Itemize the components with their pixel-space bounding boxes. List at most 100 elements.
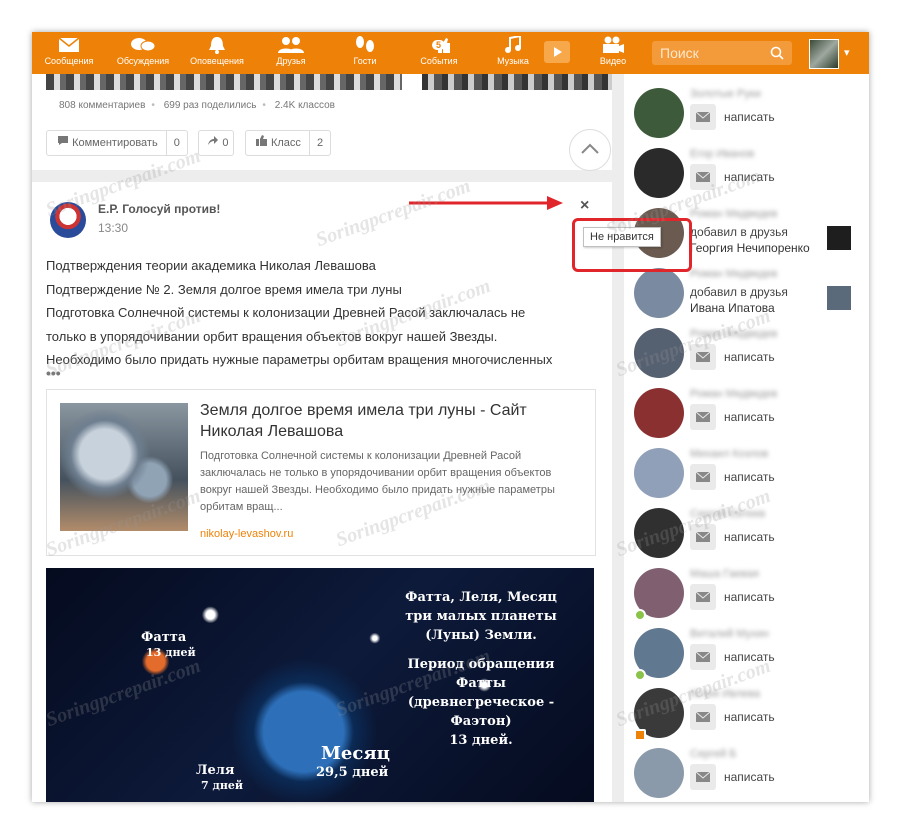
write-link[interactable]: написать [724, 170, 775, 184]
write-link[interactable]: написать [724, 470, 775, 484]
write-link[interactable]: написать [724, 590, 775, 604]
search-input[interactable] [652, 41, 768, 65]
friend-item[interactable]: Юлия Ивлева написать [624, 680, 869, 741]
friend-thumbnail[interactable] [827, 286, 851, 310]
friend-avatar[interactable] [634, 388, 684, 438]
friend-avatar[interactable] [634, 328, 684, 378]
friend-name[interactable]: Сергей Б [690, 748, 737, 760]
friend-activity-target[interactable]: Ивана Ипатова [690, 300, 775, 316]
message-button[interactable] [690, 464, 716, 490]
friend-name[interactable]: Виталий Мухин [690, 628, 769, 640]
nav-video[interactable]: Видео [578, 36, 648, 66]
friend-item[interactable]: Егор Иванов написать [624, 140, 869, 200]
friend-name[interactable]: Роман Медведев [690, 268, 777, 280]
comment-button[interactable]: Комментировать 0 [46, 130, 188, 156]
nav-events[interactable]: 5 События [404, 36, 474, 66]
friend-name[interactable]: Роман Медведев [690, 388, 777, 400]
message-button[interactable] [690, 104, 716, 130]
like-label: Класс [270, 137, 301, 149]
nav-guests[interactable]: Гости [330, 36, 400, 66]
friend-item[interactable]: Роман Медведев написать [624, 380, 869, 440]
search-box[interactable] [652, 41, 792, 65]
share-icon [208, 136, 219, 145]
friend-avatar[interactable] [634, 148, 684, 198]
message-button[interactable] [690, 584, 716, 610]
write-link[interactable]: написать [724, 110, 775, 124]
envelope-icon [696, 532, 710, 542]
post-actions: Комментировать 0 0 Класс 2 [46, 130, 337, 156]
nav-friends[interactable]: Друзья [256, 36, 326, 66]
friend-name[interactable]: Роман Медведев [690, 208, 777, 220]
friend-item[interactable]: Маша Гаевая написать [624, 560, 869, 621]
post-photo[interactable] [422, 74, 612, 90]
friend-name[interactable]: Золотые Руки [690, 88, 761, 100]
write-link[interactable]: написать [724, 410, 775, 424]
post-photos[interactable] [46, 74, 612, 90]
caret-down-icon[interactable]: ▾ [844, 46, 850, 59]
share-button[interactable]: 0 [198, 130, 235, 156]
friend-name[interactable]: Егор Иванов [690, 148, 754, 160]
friend-item[interactable]: Роман Медведев написать [624, 320, 869, 380]
envelope-icon [696, 112, 710, 122]
link-thumbnail[interactable] [60, 403, 188, 531]
friend-name[interactable]: Роман Медведев [690, 328, 777, 340]
post-text[interactable]: Подтверждения теории академика Николая Л… [46, 254, 606, 372]
nav-music[interactable]: Музыка [478, 36, 548, 66]
friend-name[interactable]: Сергей Евтеев [690, 508, 765, 520]
write-link[interactable]: написать [724, 710, 775, 724]
friend-name[interactable]: Михаил Козлов [690, 448, 768, 460]
message-button[interactable] [690, 164, 716, 190]
friend-avatar[interactable] [634, 448, 684, 498]
write-link[interactable]: написать [724, 770, 775, 784]
friend-thumbnail[interactable] [827, 226, 851, 250]
friend-item[interactable]: Золотые Руки написать [624, 80, 869, 140]
message-button[interactable] [690, 764, 716, 790]
group-avatar[interactable] [50, 202, 86, 238]
friend-item[interactable]: Виталий Мухин написать [624, 620, 869, 681]
video-play-icon[interactable] [544, 41, 570, 63]
write-link[interactable]: написать [724, 350, 775, 364]
nav-messages[interactable]: Сообщения [34, 36, 104, 66]
message-button[interactable] [690, 344, 716, 370]
nav-label: Гости [353, 56, 377, 66]
write-link[interactable]: написать [724, 650, 775, 664]
fatta-days: 13 дней [146, 646, 196, 659]
nav-label: Друзья [276, 56, 306, 66]
post-image[interactable]: Фатта, Леля, Месяц три малых планеты (Лу… [46, 568, 594, 802]
thumbs-up-icon [255, 135, 267, 146]
nav-discussions[interactable]: Обсуждения [108, 36, 178, 66]
friend-avatar[interactable] [634, 268, 684, 318]
scroll-up-button[interactable] [569, 129, 611, 171]
message-button[interactable] [690, 524, 716, 550]
friend-name[interactable]: Маша Гаевая [690, 568, 759, 580]
friend-activity-target[interactable]: Георгия Нечипоренко [690, 240, 810, 256]
shares-count[interactable]: 699 раз поделились [164, 100, 257, 111]
friend-avatar[interactable] [634, 88, 684, 138]
people-icon [278, 37, 304, 53]
link-url[interactable]: nikolay-levashov.ru [200, 528, 293, 540]
like-button[interactable]: Класс 2 [244, 130, 332, 156]
link-preview[interactable]: Земля долгое время имела три луны - Сайт… [46, 389, 596, 556]
more-ellipsis[interactable]: ••• [46, 365, 61, 381]
friend-item[interactable]: Сергей Евтеев написать [624, 500, 869, 560]
friend-avatar[interactable] [634, 508, 684, 558]
likes-count[interactable]: 2.4K классов [275, 100, 335, 111]
dislike-tooltip: Не нравится [583, 227, 661, 247]
search-icon[interactable] [770, 46, 784, 60]
link-title[interactable]: Земля долгое время имела три луны - Сайт… [200, 400, 580, 442]
nav-notifications[interactable]: Оповещения [182, 36, 252, 66]
friend-avatar[interactable] [634, 748, 684, 798]
message-button[interactable] [690, 644, 716, 670]
post-photo[interactable] [46, 74, 402, 90]
hide-post-close-icon[interactable]: × [580, 197, 589, 215]
friend-item[interactable]: Сергей Б написать [624, 740, 869, 800]
write-link[interactable]: написать [724, 530, 775, 544]
comments-count[interactable]: 808 комментариев [59, 100, 145, 111]
message-button[interactable] [690, 704, 716, 730]
group-name[interactable]: Е.Р. Голосуй против! [98, 202, 220, 216]
friend-item[interactable]: Михаил Козлов написать [624, 440, 869, 500]
friend-name[interactable]: Юлия Ивлева [690, 688, 760, 700]
envelope-icon [696, 652, 710, 662]
user-avatar[interactable] [809, 39, 839, 69]
message-button[interactable] [690, 404, 716, 430]
